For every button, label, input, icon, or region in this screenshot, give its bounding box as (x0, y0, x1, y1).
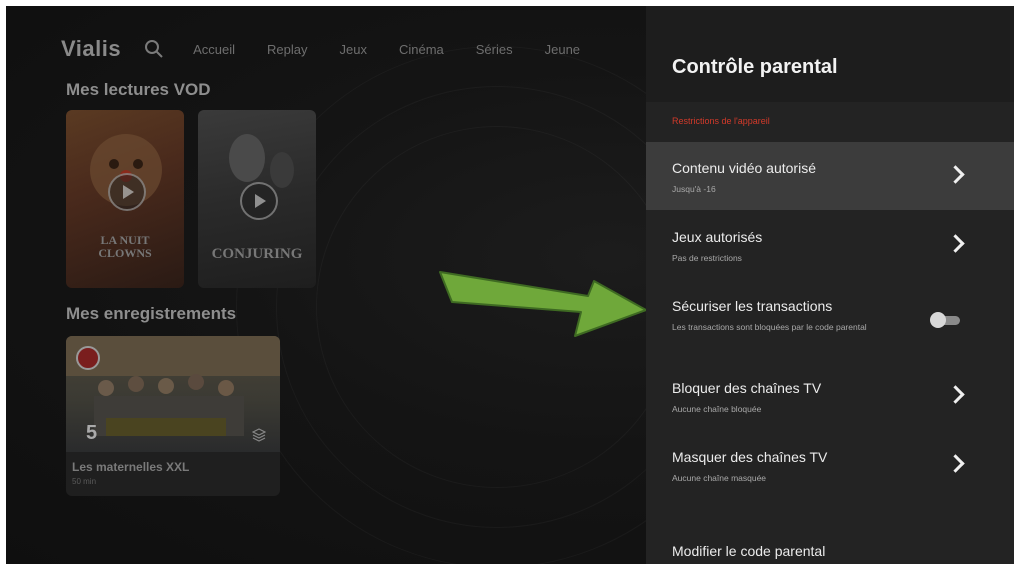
row-value: Les transactions sont bloquées par le co… (672, 322, 867, 332)
row-allowed-games[interactable]: Jeux autorisés Pas de restrictions (646, 211, 1014, 279)
row-value: Aucune chaîne bloquée (672, 404, 762, 414)
panel-header (646, 6, 1014, 102)
row-allowed-video-content[interactable]: Contenu vidéo autorisé Jusqu'à -16 (646, 142, 1014, 210)
chevron-right-icon (946, 234, 965, 253)
row-value: Pas de restrictions (672, 253, 742, 263)
row-label: Masquer des chaînes TV (672, 449, 828, 465)
toggle-knob (930, 312, 946, 328)
parental-control-panel: Contrôle parental Restrictions de l'appa… (646, 6, 1014, 564)
row-label: Jeux autorisés (672, 229, 763, 245)
row-hide-tv-channels[interactable]: Masquer des chaînes TV Aucune chaîne mas… (646, 431, 1014, 499)
row-block-tv-channels[interactable]: Bloquer des chaînes TV Aucune chaîne blo… (646, 362, 1014, 430)
row-value: Jusqu'à -16 (672, 184, 716, 194)
row-value: Aucune chaîne masquée (672, 473, 767, 483)
tv-screen: Vialis Accueil Replay Jeux Cinéma Séries… (6, 6, 1014, 564)
chevron-right-icon (946, 165, 965, 184)
row-label: Contenu vidéo autorisé (672, 160, 816, 176)
secure-transactions-toggle[interactable] (930, 312, 960, 328)
panel-title: Contrôle parental (672, 56, 838, 78)
chevron-right-icon (946, 454, 965, 473)
device-restrictions-label: Restrictions de l'appareil (672, 116, 770, 126)
change-parental-code-button[interactable]: Modifier le code parental (672, 543, 825, 559)
chevron-right-icon (946, 385, 965, 404)
row-label: Bloquer des chaînes TV (672, 380, 822, 396)
row-label: Sécuriser les transactions (672, 298, 833, 314)
row-secure-transactions[interactable]: Sécuriser les transactions Les transacti… (646, 280, 1014, 348)
